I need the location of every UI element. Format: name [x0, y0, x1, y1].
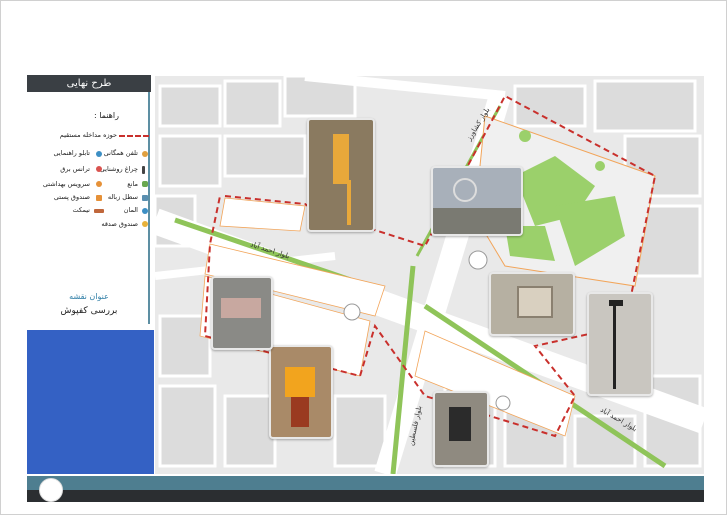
- postbox-icon: [96, 195, 102, 201]
- legend-item-toilet: سرویس بهداشتی: [42, 180, 90, 188]
- boundary-line-symbol: [119, 135, 149, 137]
- photo-post-box: [269, 345, 333, 439]
- legend: راهنما : حوزه مداخله مستقیم تلفن همگانی …: [27, 75, 153, 325]
- trash-icon: [142, 195, 148, 201]
- element-icon: [142, 208, 148, 214]
- footer-band-dark: [27, 490, 704, 502]
- bench-icon: [94, 209, 104, 213]
- legend-item-phone: تلفن همگانی: [103, 149, 138, 157]
- legend-item-light: چراغ روشنایی: [99, 165, 138, 173]
- legend-item-bench: نیمکت: [72, 206, 90, 214]
- legend-item-postbox: صندوق پستی: [53, 193, 90, 201]
- transformer-icon: [96, 166, 102, 172]
- signpost-icon: [96, 151, 102, 157]
- page-marker-circle: [39, 478, 63, 502]
- legend-heading: راهنما :: [93, 111, 119, 120]
- photo-fountain-plaza: [431, 166, 523, 236]
- photo-information-board: [489, 272, 575, 336]
- map-title-value: بررسی کفپوش: [60, 306, 118, 316]
- legend-item-signpost: تابلو راهنمایی: [53, 149, 90, 157]
- blue-placeholder-box: [27, 330, 154, 474]
- logo-marker-2: [343, 303, 361, 321]
- footer-band-teal: [27, 476, 704, 490]
- logo-marker-1: [468, 250, 488, 270]
- photo-telephone-booth: [307, 118, 375, 232]
- legend-item-element: المان: [123, 206, 138, 214]
- legend-item-charity: صندوق صدقه: [101, 220, 138, 228]
- logo-marker-3: [495, 395, 511, 411]
- barrier-icon: [142, 181, 148, 187]
- photo-stone-bench: [211, 276, 273, 350]
- toilet-icon: [96, 181, 102, 187]
- legend-boundary: حوزه مداخله مستقیم: [59, 131, 117, 139]
- map-title-label: عنوان نقشه: [69, 292, 109, 301]
- photo-street-lamp: [587, 292, 653, 396]
- charity-box-icon: [142, 221, 148, 227]
- site-plan-map: بلوار کشاورز بلوار احمد آباد بلوار احمد …: [155, 76, 704, 474]
- legend-item-trash: سطل زباله: [107, 193, 138, 201]
- photo-trash-bin: [433, 391, 489, 467]
- legend-item-barrier: مانع: [127, 180, 138, 188]
- legend-item-transformer: ترانس برق: [60, 165, 90, 173]
- streetlight-icon: [142, 166, 145, 174]
- phone-icon: [142, 151, 148, 157]
